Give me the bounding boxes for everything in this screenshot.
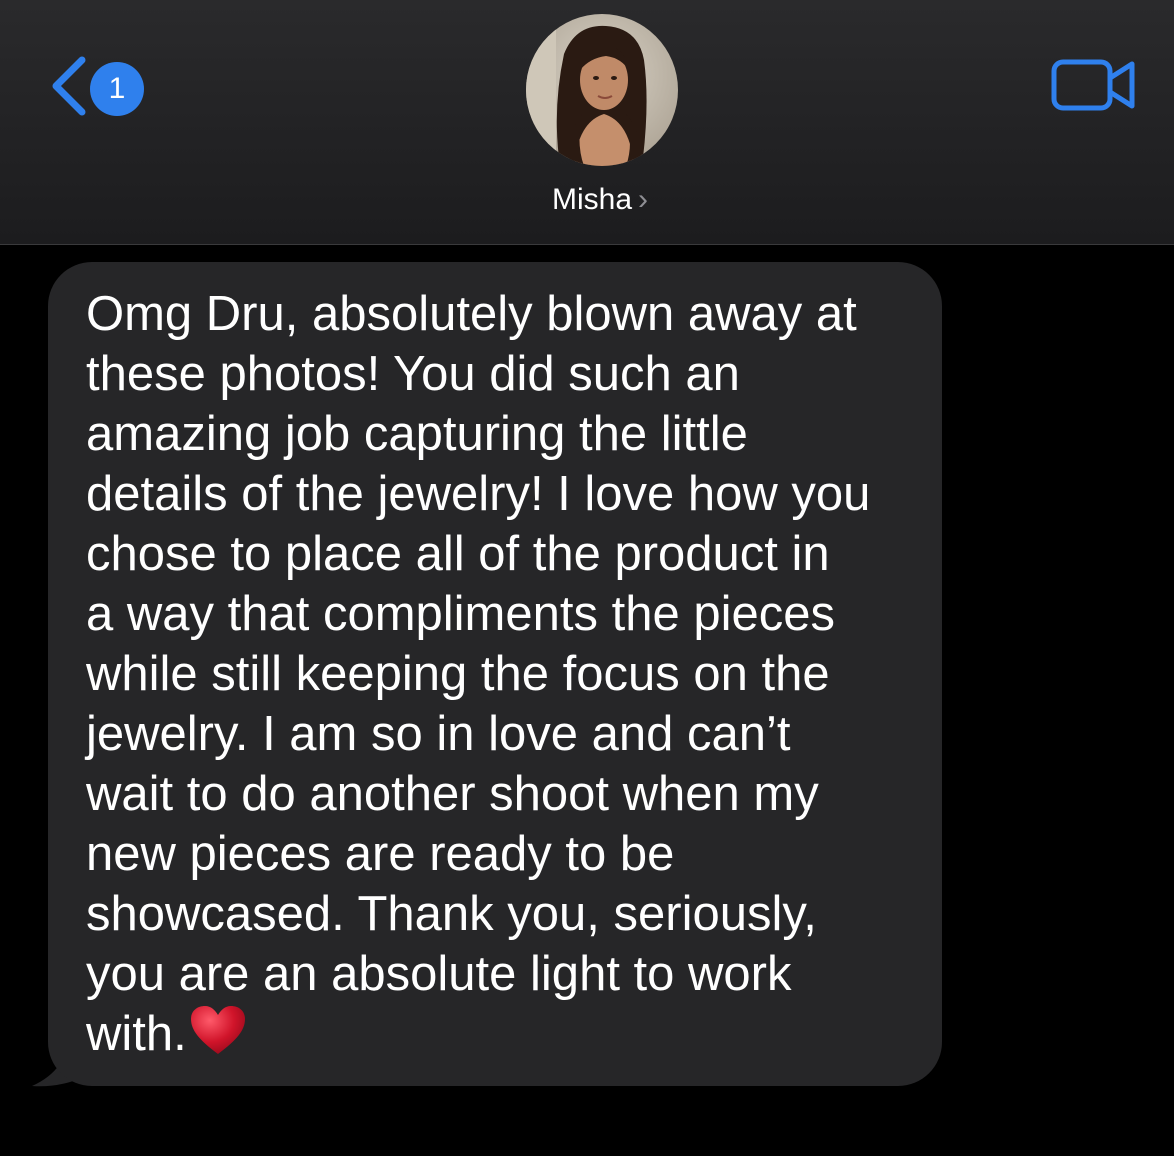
avatar	[526, 14, 678, 166]
message-bubble-received[interactable]: Omg Dru, absolutely blown away at these …	[30, 262, 950, 1092]
back-button[interactable]: 1	[44, 52, 154, 116]
conversation-header: 1 Misha ›	[0, 0, 1174, 245]
video-call-button[interactable]	[1050, 56, 1140, 114]
avatar-photo	[526, 14, 678, 166]
video-camera-icon	[1051, 59, 1135, 111]
contact-info[interactable]: Misha ›	[440, 14, 740, 230]
chevron-left-icon	[52, 56, 86, 116]
unread-count-badge: 1	[90, 62, 144, 116]
contact-name: Misha	[551, 183, 633, 216]
heart-emoji	[190, 1006, 245, 1054]
chevron-right-icon: ›	[638, 183, 649, 216]
message-text: Omg Dru, absolutely blown away at these …	[86, 287, 871, 1061]
